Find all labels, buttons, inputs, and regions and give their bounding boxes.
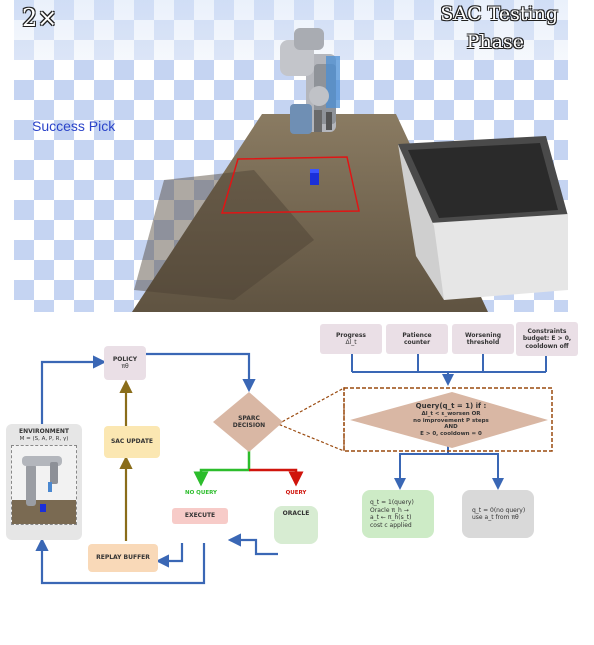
signal-constraints: Constraints budget: E > 0, cooldown off [516,322,578,356]
signal-worsening-line1: Worsening [464,331,502,339]
replay-buffer-label: REPLAY BUFFER [96,554,150,562]
signal-worsening-line2: threshold [466,339,500,346]
query-outcome-line2: Oracle π_h → [370,506,409,514]
condition-line3: no improvement P steps [413,417,489,424]
policy-symbol: πθ [121,363,129,370]
arrow-oracle-to-execute [227,533,278,556]
signal-progress-line2: Δl_t [345,339,357,346]
signal-constraints-line2: budget: E > 0, [522,335,572,343]
execute-box: EXECUTE [172,508,228,524]
query-label: QUERY [285,489,307,496]
phase-title-line1: SAC Testing [440,3,558,25]
condition-line5: E > 0, cooldown = 0 [420,431,482,438]
signal-worsening: Worsening threshold [452,324,514,354]
sparc-line2: DECISION [232,422,266,429]
status-text: Success Pick [32,118,116,134]
oracle-label: ORACLE [282,510,310,517]
environment-title: ENVIRONMENT [19,428,69,435]
oracle-box: ORACLE [274,506,318,544]
signal-patience-line1: Patience [402,331,432,339]
condition-line4: AND [444,424,458,431]
no-query-outcome-line2: use a_t from πθ [472,514,519,521]
signal-patience: Patience counter [386,324,448,354]
signal-patience-line2: counter [403,339,431,346]
policy-box: POLICY πθ [104,346,146,380]
sparc-line1: SPARC [238,414,260,422]
no-query-label: NO QUERY [184,489,217,496]
arrow-execute-to-replay [155,543,184,568]
condition-line2: Δl_t < ε_worsen OR [421,410,481,417]
query-outcome-line1: q_t = 1(query) [370,499,414,506]
signal-progress: Progress Δl_t [320,324,382,354]
query-outcome-line4: cost c applied [370,521,412,529]
condition-line1: Query(q_t = 1) if : [415,401,487,410]
arrow-policy-to-sparc [146,352,256,393]
query-condition: Query(q_t = 1) if : Δl_t < ε_worsen OR n… [384,402,518,438]
signal-constraints-line3: cooldown off [525,342,569,350]
query-outcome-line3: a_t ← π_h(s_t) [370,514,412,521]
simulation-view: 2× SAC Testing Phase Success Pick [14,0,568,312]
signal-progress-line1: Progress [336,331,366,339]
execute-label: EXECUTE [184,512,216,520]
policy-label: POLICY [112,355,138,363]
phase-title-line2: Phase [466,31,524,53]
no-query-outcome-line1: q_t = 0(no query) [472,506,526,514]
speed-label: 2× [22,4,58,32]
robot-arm-icon [12,456,76,525]
signal-constraints-line1: Constraints [527,327,567,335]
sparc-decision: SPARC DECISION [222,412,276,432]
sparc-diagram: POLICY πθ SAC UPDATE REPLAY BUFFER ENVIR… [0,318,594,608]
query-outcome-box: q_t = 1(query) Oracle π_h → a_t ← π_h(s_… [362,490,434,538]
sparc-callout [276,386,345,452]
no-query-outcome-box: q_t = 0(no query) use a_t from πθ [462,490,534,538]
environment-robot-image [11,445,77,526]
arrow-sparc-query [249,468,304,487]
arrow-condition-to-no-query [448,453,504,490]
sac-update-box: SAC UPDATE [104,426,160,458]
replay-buffer-box: REPLAY BUFFER [88,544,158,572]
arrow-env-to-policy [40,355,107,424]
environment-subtitle: M = (S, A, P, R, γ) [19,435,69,442]
environment-box: ENVIRONMENT M = (S, A, P, R, γ) [6,424,82,540]
arrow-sparc-no-query [193,440,251,487]
sac-update-label: SAC UPDATE [110,438,154,446]
